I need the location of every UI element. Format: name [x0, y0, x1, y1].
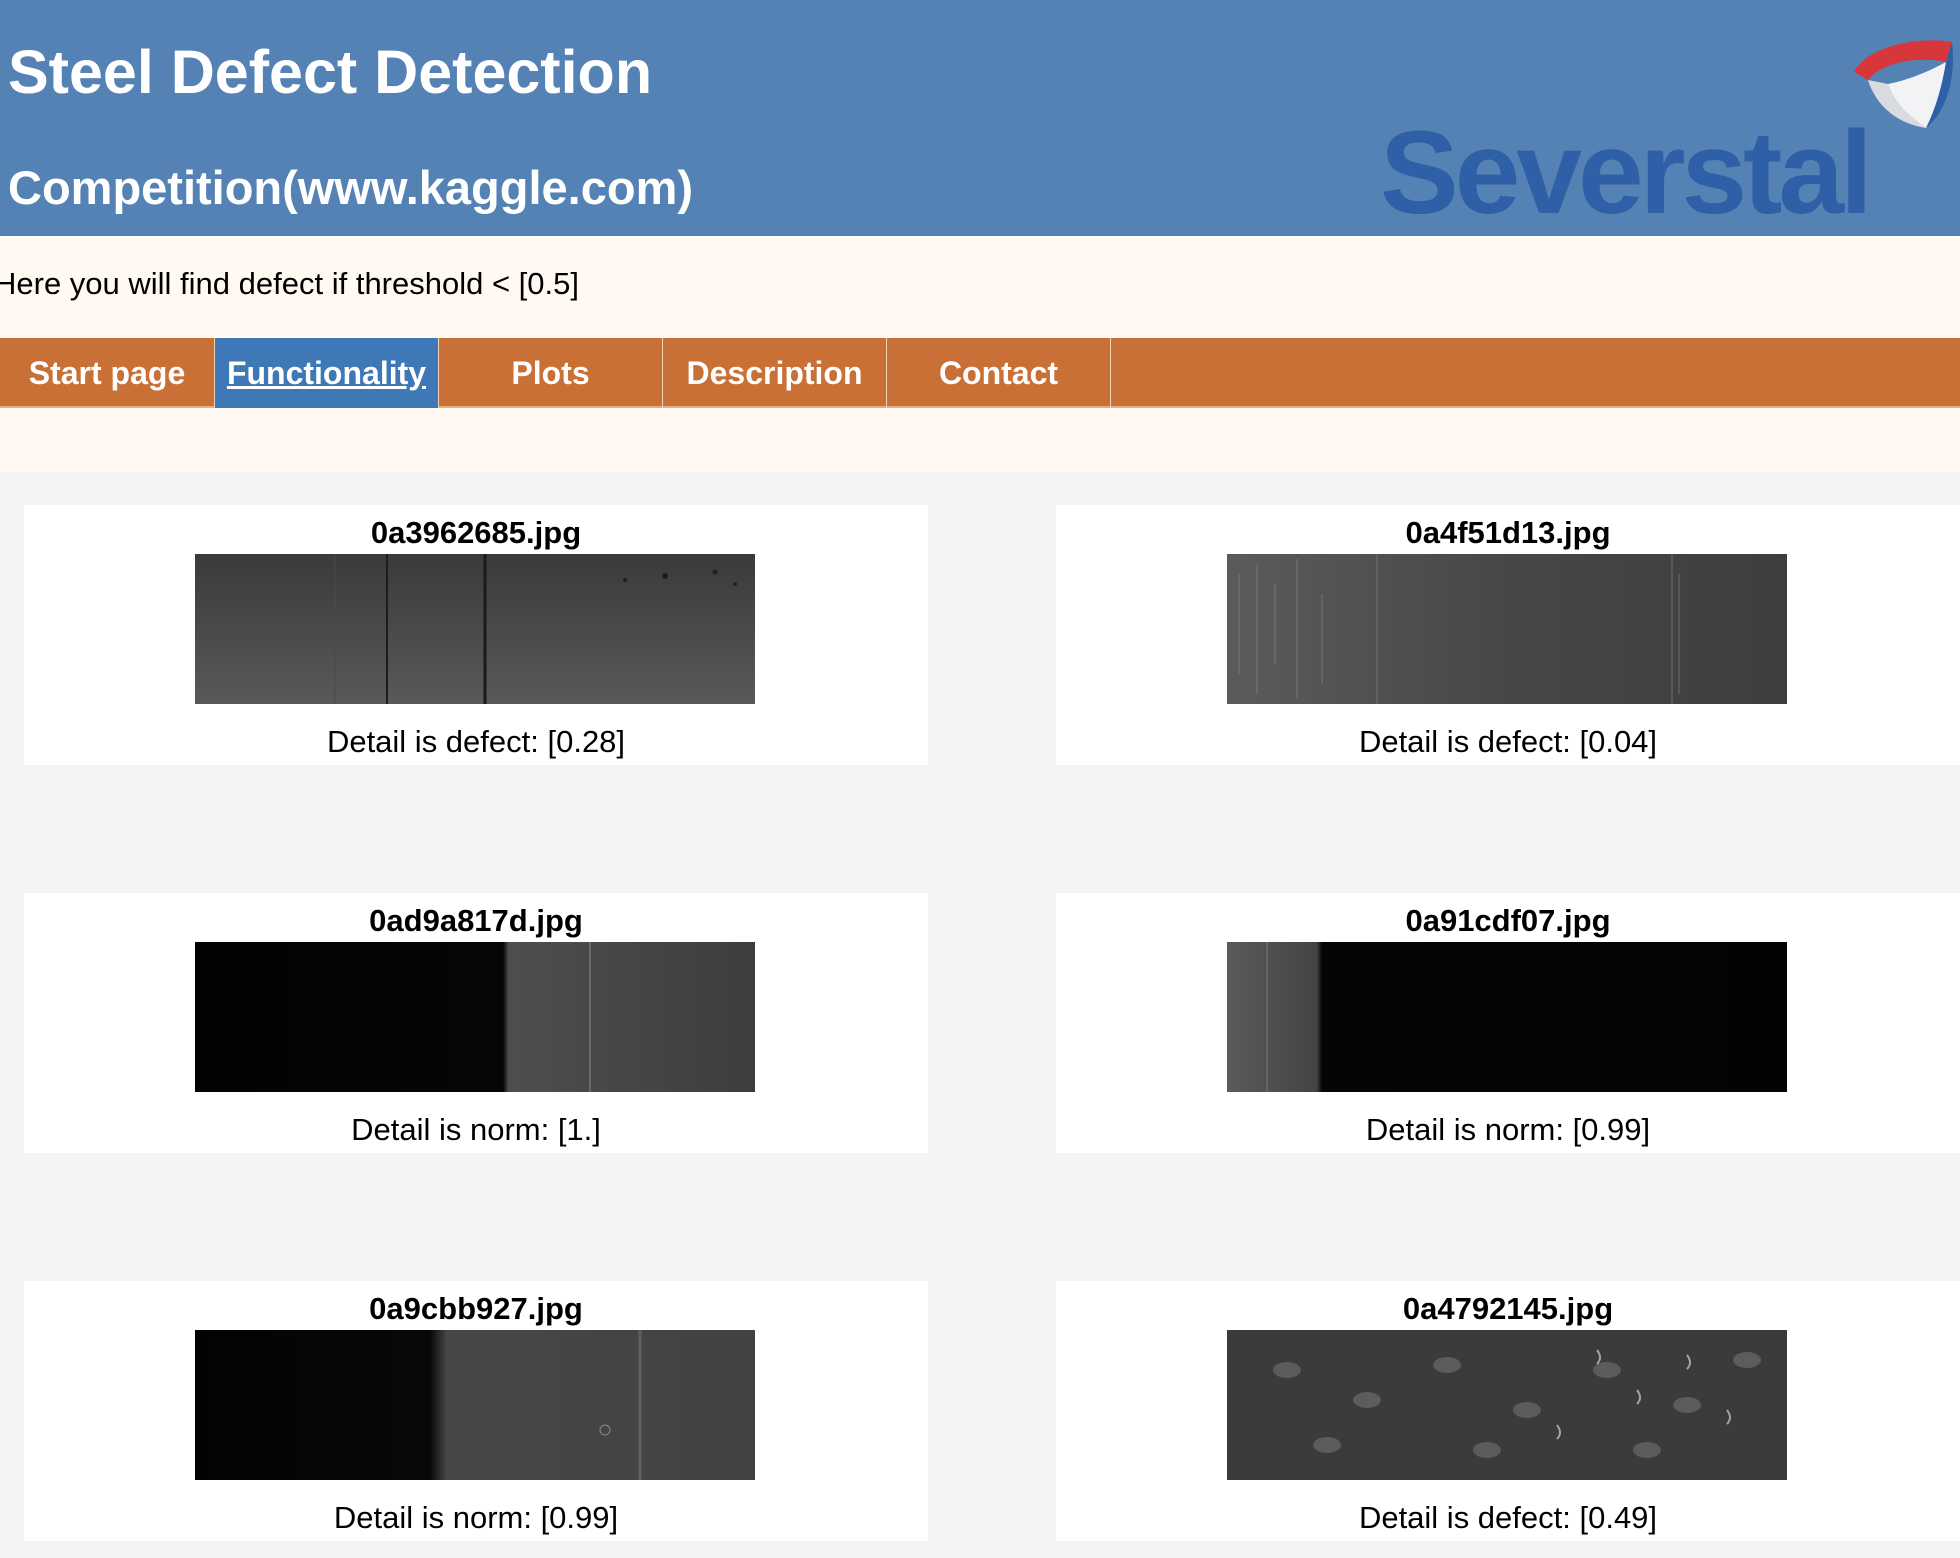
steel-image: [195, 554, 755, 704]
detection-result: Detail is norm: [0.99]: [1365, 1112, 1651, 1147]
image-filename: 0a4f51d13.jpg: [1405, 515, 1611, 550]
steel-image: [1227, 1330, 1787, 1480]
detection-result: Detail is norm: [1.]: [351, 1112, 601, 1147]
nav-description[interactable]: Description: [663, 338, 887, 408]
logo-wordmark: Severstal: [1380, 107, 1873, 239]
result-card: 0a3962685.jpg Detail is defect: [0.28]: [24, 505, 928, 765]
page-subtitle: Competition(www.kaggle.com): [8, 161, 694, 214]
nav-plots[interactable]: Plots: [439, 338, 663, 408]
nav-start-page[interactable]: Start page: [0, 338, 215, 408]
detection-result: Detail is defect: [0.28]: [326, 724, 626, 759]
image-filename: 0a9cbb927.jpg: [369, 1291, 583, 1326]
result-card: 0a91cdf07.jpg Detail is norm: [0.99]: [1056, 893, 1960, 1153]
result-card: 0a4792145.jpg Detail is defect: [0.49]: [1056, 1281, 1960, 1541]
detection-result: Detail is defect: [0.04]: [1358, 724, 1658, 759]
main-nav: Start page Functionality Plots Descripti…: [0, 338, 1960, 408]
steel-image: [195, 1330, 755, 1480]
result-card: 0a4f51d13.jpg Detail is defect: [0.04]: [1056, 505, 1960, 765]
steel-image: [1227, 942, 1787, 1092]
result-card: 0ad9a817d.jpg Detail is norm: [1.]: [24, 893, 928, 1153]
steel-image: [1227, 554, 1787, 704]
result-card: 0a9cbb927.jpg Detail is norm: [0.99]: [24, 1281, 928, 1541]
site-header: Steel Defect Detection Competition(www.k…: [0, 0, 1960, 236]
nav-contact[interactable]: Contact: [887, 338, 1111, 408]
steel-image: [195, 942, 755, 1092]
nav-functionality[interactable]: Functionality: [215, 338, 439, 408]
page-title: Steel Defect Detection: [8, 38, 653, 106]
threshold-notice: Here you will find defect if threshold <…: [0, 266, 580, 301]
image-filename: 0a4792145.jpg: [1402, 1291, 1614, 1326]
image-filename: 0a3962685.jpg: [370, 515, 582, 550]
image-filename: 0ad9a817d.jpg: [369, 903, 583, 938]
image-filename: 0a91cdf07.jpg: [1405, 903, 1611, 938]
detection-result: Detail is defect: [0.49]: [1358, 1500, 1658, 1535]
nav-spacer: [0, 408, 1960, 472]
severstal-logo: Severstal: [1380, 36, 1960, 232]
detection-result: Detail is norm: [0.99]: [333, 1500, 619, 1535]
